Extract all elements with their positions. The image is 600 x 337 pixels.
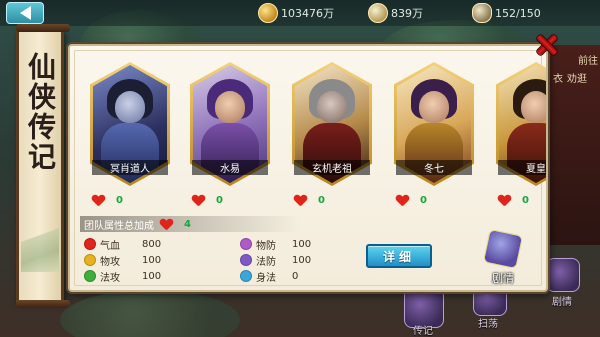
stat-label: 气血 xyxy=(100,240,120,252)
hero-favor: 0 xyxy=(192,192,272,208)
hero-card[interactable]: 冬七 0 xyxy=(388,62,480,212)
hero-favor: 0 xyxy=(498,192,546,208)
stat-value: 0 xyxy=(292,270,299,282)
bag-icon xyxy=(472,3,492,23)
silver-ingot-icon xyxy=(368,3,388,23)
stat-hp: 气血 800 xyxy=(84,236,161,252)
biography-menu-label: 传记 xyxy=(413,326,433,337)
background-tree xyxy=(60,290,240,337)
hero-favor-count: 0 xyxy=(318,194,325,206)
hero-favor-count: 0 xyxy=(420,194,427,206)
background-goto-text: 前往 xyxy=(578,56,598,67)
physical-defense-icon xyxy=(240,238,252,250)
hero-face xyxy=(115,91,145,123)
stat-value: 100 xyxy=(142,254,162,266)
scroll-bottom-roller xyxy=(16,300,70,308)
heart-icon xyxy=(92,195,104,206)
stat-value: 800 xyxy=(142,238,162,250)
hero-favor-count: 0 xyxy=(216,194,223,206)
stat-value: 100 xyxy=(292,254,312,266)
story-menu-label: 剧情 xyxy=(552,297,572,308)
magic-defense-icon xyxy=(240,254,252,266)
bag-resource: 152/150 xyxy=(472,3,541,23)
scroll-top-roller xyxy=(16,24,70,32)
gold-resource: 103476万 xyxy=(258,3,334,23)
hero-card[interactable]: 水易 0 xyxy=(184,62,276,212)
hero-name: 水易 xyxy=(192,160,268,175)
heart-icon xyxy=(396,195,408,206)
back-arrow-icon xyxy=(19,6,31,20)
heart-icon xyxy=(192,195,204,206)
story-menu-icon[interactable] xyxy=(546,258,580,292)
stat-label: 物防 xyxy=(256,240,276,252)
bag-capacity: 152/150 xyxy=(495,6,541,20)
hero-name: 夏皇 xyxy=(498,160,546,175)
background-text: 劝逛 xyxy=(567,74,587,85)
stat-label: 身法 xyxy=(256,272,276,284)
team-bonus-count: 4 xyxy=(184,218,191,230)
stat-physical-attack: 物攻 100 xyxy=(84,252,161,268)
hero-favor: 0 xyxy=(92,192,172,208)
stat-label: 法攻 xyxy=(100,272,120,284)
hero-card[interactable]: 玄机老祖 0 xyxy=(286,62,378,212)
hero-face xyxy=(521,91,546,123)
hero-face xyxy=(419,91,449,123)
gold-amount: 103476万 xyxy=(281,7,334,20)
hero-face xyxy=(317,91,347,123)
biography-panel: 冥肖道人 0 水易 0 玄机老祖 0 冬七 0 夏皇 0 团队属性总加成 4 气… xyxy=(68,44,548,292)
hero-face xyxy=(215,91,245,123)
story-book-icon xyxy=(482,228,524,270)
agility-icon xyxy=(240,270,252,282)
hero-name: 冬七 xyxy=(396,160,472,175)
back-button[interactable] xyxy=(6,2,44,24)
team-bonus-label: 团队属性总加成 xyxy=(84,220,154,232)
magic-attack-icon xyxy=(84,270,96,282)
title-scroll: 仙侠传记 xyxy=(16,24,70,308)
hero-card[interactable]: 冥肖道人 0 xyxy=(84,62,176,212)
hero-name: 玄机老祖 xyxy=(294,160,370,175)
page-title: 仙侠传记 xyxy=(24,52,57,172)
close-button[interactable] xyxy=(534,32,560,58)
stat-label: 法防 xyxy=(256,256,276,268)
story-label: 剧情 xyxy=(492,272,514,285)
hp-heart-icon xyxy=(84,238,96,250)
hero-favor: 0 xyxy=(294,192,374,208)
heart-icon xyxy=(498,195,510,206)
heart-icon xyxy=(160,219,172,230)
stat-magic-attack: 法攻 100 xyxy=(84,268,161,284)
stat-value: 100 xyxy=(142,270,162,282)
story-button[interactable]: 剧情 xyxy=(480,228,526,288)
silver-resource: 839万 xyxy=(368,3,423,23)
hero-name: 冥肖道人 xyxy=(92,160,168,175)
gold-coin-icon xyxy=(258,3,278,23)
hero-card[interactable]: 夏皇 0 xyxy=(490,62,546,212)
sweep-menu-label: 扫荡 xyxy=(478,319,498,330)
heart-icon xyxy=(294,195,306,206)
detail-button[interactable]: 详细 xyxy=(366,244,432,268)
stat-agility: 身法 0 xyxy=(240,268,298,284)
stat-physical-defense: 物防 100 xyxy=(240,236,311,252)
team-bonus-header: 团队属性总加成 4 xyxy=(80,216,300,232)
stat-value: 100 xyxy=(292,238,312,250)
top-bar: 103476万 839万 152/150 xyxy=(0,0,600,26)
close-icon xyxy=(535,33,559,57)
hero-favor: 0 xyxy=(396,192,476,208)
team-bonus-stats: 气血 800 物攻 100 法攻 100 物防 100 法防 100 身法 0 xyxy=(84,236,364,288)
stat-label: 物攻 xyxy=(100,256,120,268)
hero-favor-count: 0 xyxy=(522,194,529,206)
scroll-landscape xyxy=(21,212,59,272)
hero-favor-count: 0 xyxy=(116,194,123,206)
stat-magic-defense: 法防 100 xyxy=(240,252,311,268)
background-text: 衣 xyxy=(553,74,563,85)
hero-card-list[interactable]: 冥肖道人 0 水易 0 玄机老祖 0 冬七 0 夏皇 0 xyxy=(84,62,546,212)
silver-amount: 839万 xyxy=(391,7,423,20)
physical-attack-icon xyxy=(84,254,96,266)
